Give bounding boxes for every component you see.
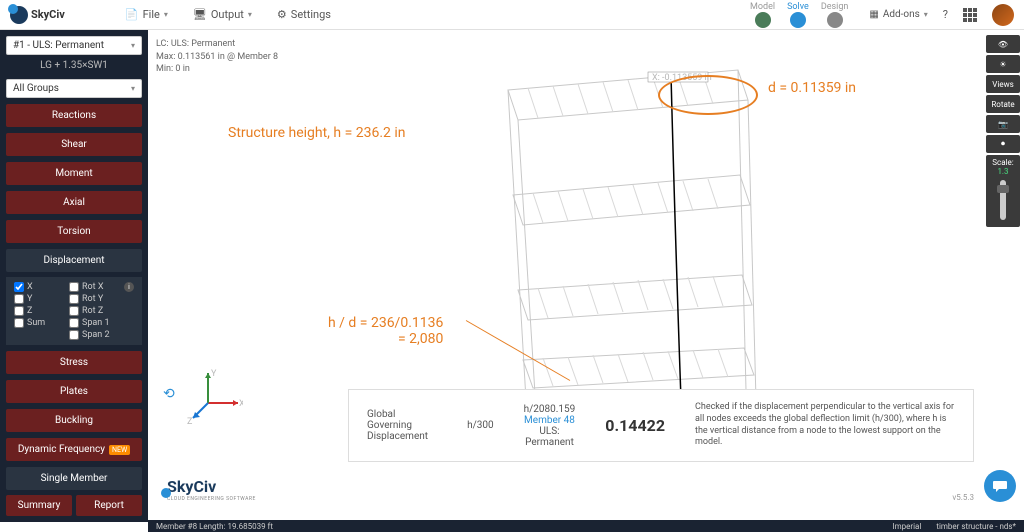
mode-design[interactable]: Design — [815, 0, 855, 30]
addons-menu[interactable]: ▦Add-ons▾ — [869, 9, 927, 20]
dynfreq-button[interactable]: Dynamic Frequency — [6, 438, 142, 461]
result-panel: Global Governing Displacement h/300 h/20… — [348, 389, 974, 462]
check-rotz[interactable]: Rot Z — [69, 306, 116, 316]
sun-icon[interactable]: ☀ — [986, 55, 1020, 73]
units-label[interactable]: Imperial — [892, 522, 921, 531]
file-menu[interactable]: 📄File▾ — [125, 8, 168, 21]
output-menu[interactable]: 🖥Output▾ — [193, 8, 252, 21]
svg-text:Y: Y — [211, 369, 217, 379]
displacement-button[interactable]: Displacement — [6, 249, 142, 272]
check-span1[interactable]: Span 1 — [69, 318, 116, 328]
result-title: Global Governing Displacement — [367, 409, 437, 442]
eye-icon[interactable]: 👁 — [986, 35, 1020, 53]
scale-panel: Scale:1.3 — [986, 155, 1020, 227]
annotation-ratio: h / d = 236/0.1136= 2,080 — [328, 315, 443, 347]
record-icon[interactable]: ⏺ — [986, 135, 1020, 153]
reactions-button[interactable]: Reactions — [6, 104, 142, 127]
annotation-ellipse — [658, 75, 758, 115]
sw-label: LG + 1.35×SW1 — [6, 60, 142, 71]
annotation-d: d = 0.11359 in — [768, 80, 856, 96]
torsion-button[interactable]: Torsion — [6, 220, 142, 243]
logo[interactable]: SkyCiv — [10, 6, 65, 24]
report-button[interactable]: Report — [76, 495, 142, 516]
single-member-button[interactable]: Single Member — [6, 467, 142, 490]
file-label[interactable]: timber structure - nds* — [936, 522, 1016, 531]
views-button[interactable]: Views — [986, 75, 1020, 93]
displacement-options: X Rot X i Y Rot Y Z Rot Z Sum Span 1 Spa… — [6, 277, 142, 345]
chat-button[interactable] — [984, 470, 1016, 502]
plates-button[interactable]: Plates — [6, 380, 142, 403]
right-toolbar: 👁 ☀ Views Rotate 📷 ⏺ Scale:1.3 — [986, 35, 1020, 227]
logo-watermark: SkyCivCLOUD ENGINEERING SOFTWARE — [163, 477, 256, 502]
avatar[interactable] — [992, 4, 1014, 26]
result-actual: h/2080.159 — [524, 404, 576, 415]
check-sum[interactable]: Sum — [14, 318, 61, 328]
check-z[interactable]: Z — [14, 306, 61, 316]
check-roty[interactable]: Rot Y — [69, 294, 116, 304]
rotate-button[interactable]: Rotate — [986, 95, 1020, 113]
groups-select[interactable]: All Groups▾ — [6, 79, 142, 98]
status-bar: Member #8 Length: 19.685039 ft Imperial … — [148, 520, 1024, 532]
axial-button[interactable]: Axial — [6, 191, 142, 214]
mode-tabs: Model Solve Design — [744, 0, 854, 30]
summary-button[interactable]: Summary — [6, 495, 72, 516]
mode-model[interactable]: Model — [744, 0, 781, 30]
main-viewport[interactable]: LC: ULS: Permanent Max: 0.113561 in @ Me… — [148, 30, 1024, 522]
result-member-link[interactable]: Member 48 — [524, 415, 576, 426]
stress-button[interactable]: Stress — [6, 351, 142, 374]
svg-text:Z: Z — [187, 417, 193, 427]
result-limit: h/300 — [467, 420, 494, 431]
settings-menu[interactable]: ⚙Settings — [277, 8, 331, 21]
shear-button[interactable]: Shear — [6, 133, 142, 156]
check-span2[interactable]: Span 2 — [69, 330, 116, 340]
annotation-height: Structure height, h = 236.2 in — [228, 125, 406, 141]
check-rotx[interactable]: Rot X — [69, 282, 116, 292]
member-length: Member #8 Length: 19.685039 ft — [156, 522, 273, 531]
result-description: Checked if the displacement perpendicula… — [695, 402, 955, 449]
svg-text:X: X — [239, 399, 243, 409]
version-label: v5.5.3 — [952, 493, 974, 502]
result-value: 0.14422 — [605, 416, 665, 435]
sidebar: #1 - ULS: Permanent▾ LG + 1.35×SW1 All G… — [0, 30, 148, 522]
load-combo-select[interactable]: #1 - ULS: Permanent▾ — [6, 36, 142, 55]
scale-slider[interactable] — [1000, 180, 1006, 220]
orbit-icon[interactable]: ⟲ — [163, 386, 175, 402]
apps-icon[interactable] — [963, 8, 977, 22]
axes-gizmo: X Y Z — [183, 368, 243, 432]
check-x[interactable]: X — [14, 282, 61, 292]
buckling-button[interactable]: Buckling — [6, 409, 142, 432]
moment-button[interactable]: Moment — [6, 162, 142, 185]
check-y[interactable]: Y — [14, 294, 61, 304]
result-lc: ULS: Permanent — [524, 426, 576, 448]
camera-icon[interactable]: 📷 — [986, 115, 1020, 133]
info-icon[interactable]: i — [124, 282, 134, 292]
help-icon[interactable]: ? — [943, 8, 948, 21]
mode-solve[interactable]: Solve — [781, 0, 815, 30]
